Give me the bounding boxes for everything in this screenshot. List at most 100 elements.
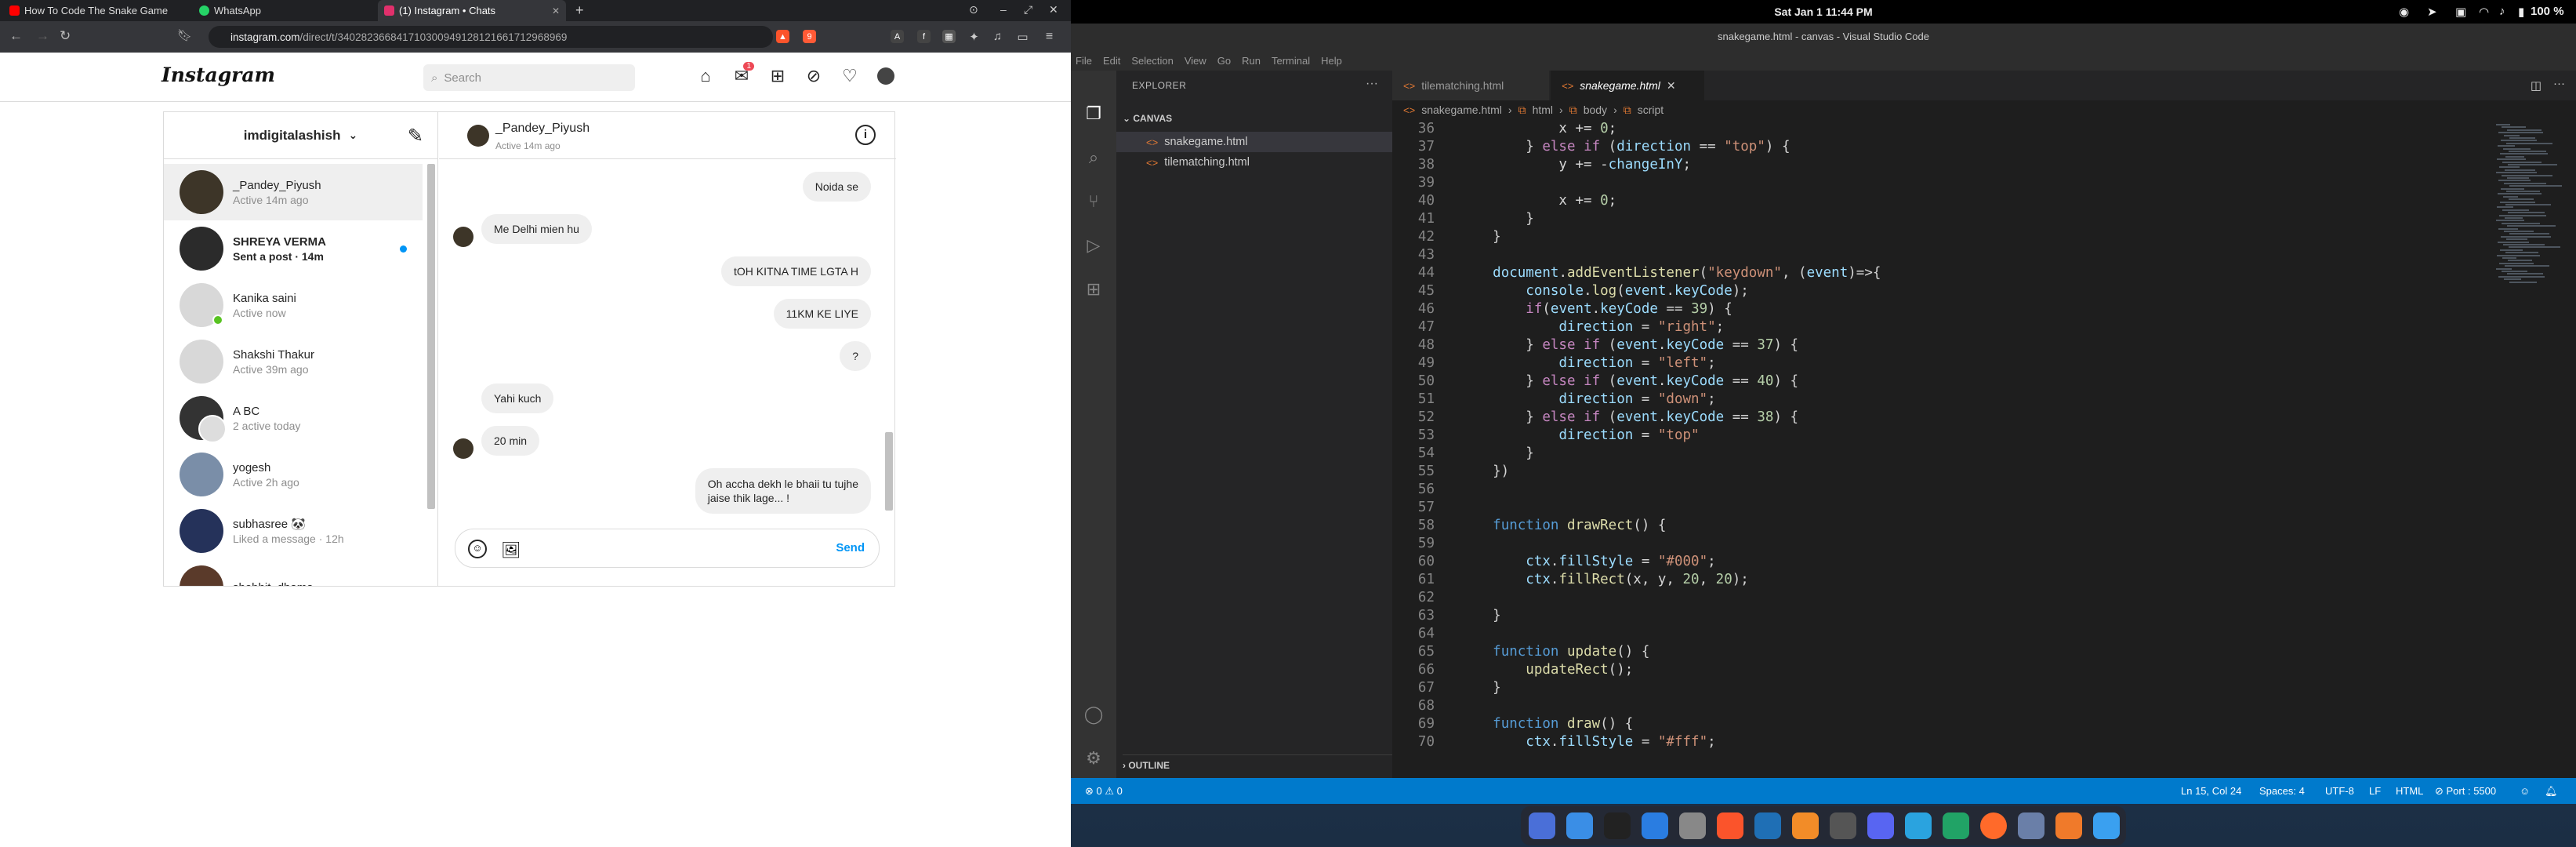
menu-run[interactable]: Run [1242, 55, 1261, 67]
search-icon[interactable]: ⌕ [1082, 146, 1105, 169]
editor-tab-active[interactable]: <> snakegame.html ✕ [1551, 71, 1704, 100]
code-line[interactable]: 38 y += -changeInY; [1392, 155, 2490, 174]
font-icon[interactable]: f [917, 30, 931, 43]
code-editor[interactable]: 36 x += 0; 37 } else if (direction == "to… [1392, 119, 2490, 778]
notification-icon[interactable]: ▣ [2455, 5, 2466, 19]
messenger-icon[interactable]: ✉ 1 [731, 62, 754, 87]
discord-icon[interactable] [1867, 812, 1894, 839]
tab-instagram[interactable]: (1) Instagram • Chats ✕ [378, 0, 566, 21]
spreadsheet-icon[interactable] [1943, 812, 1969, 839]
code-line[interactable]: 49 direction = "left"; [1392, 354, 2490, 373]
code-line[interactable]: 54 } [1392, 444, 2490, 463]
editor-tab[interactable]: <> tilematching.html [1392, 71, 1549, 100]
file-item[interactable]: <> snakegame.html [1116, 132, 1392, 152]
code-line[interactable]: 65 function update() { [1392, 642, 2490, 661]
app-store-icon[interactable] [1642, 812, 1668, 839]
tab-whatsapp[interactable]: WhatsApp [193, 0, 370, 21]
code-line[interactable]: 68 [1392, 696, 2490, 715]
more-actions-icon[interactable]: ··· [2553, 77, 2565, 90]
conversation-item[interactable]: yogesh Active 2h ago [164, 446, 423, 503]
more-actions-icon[interactable]: ··· [1366, 77, 1378, 91]
vscode-icon[interactable] [1754, 812, 1781, 839]
code-line[interactable]: 52 } else if (event.keyCode == 38) { [1392, 408, 2490, 427]
profile-avatar[interactable] [875, 65, 897, 87]
telegram-icon[interactable] [1905, 812, 1932, 839]
run-debug-icon[interactable]: ▷ [1082, 234, 1105, 257]
maximize-button[interactable]: ⤢ [1024, 3, 1032, 16]
code-line[interactable]: 48 } else if (event.keyCode == 37) { [1392, 336, 2490, 354]
discord-icon[interactable]: ◉ [2399, 5, 2409, 19]
code-line[interactable]: 62 [1392, 588, 2490, 607]
finder-icon[interactable] [1566, 812, 1593, 839]
code-line[interactable]: 41 } [1392, 209, 2490, 228]
file-item[interactable]: <> tilematching.html [1116, 152, 1392, 173]
code-line[interactable]: 53 direction = "top" [1392, 426, 2490, 445]
menu-view[interactable]: View [1185, 55, 1206, 67]
live-server-port[interactable]: ⊘ Port : 5500 [2435, 785, 2496, 798]
brave-rewards-icon[interactable]: 9 [803, 30, 816, 43]
code-line[interactable]: 56 [1392, 480, 2490, 499]
system-settings-icon[interactable] [1679, 812, 1706, 839]
breadcrumb-item[interactable]: snakegame.html [1421, 104, 1502, 116]
menu-file[interactable]: File [1076, 55, 1092, 67]
code-line[interactable]: 50 } else if (event.keyCode == 40) { [1392, 372, 2490, 391]
puzzle-icon[interactable]: ✦ [967, 30, 981, 44]
source-control-icon[interactable]: ⑂ [1082, 190, 1105, 213]
code-line[interactable]: 51 direction = "down"; [1392, 390, 2490, 409]
code-line[interactable]: 70 ctx.fillStyle = "#fff"; [1392, 732, 2490, 751]
code-line[interactable]: 36 x += 0; [1392, 119, 2490, 138]
bell-icon[interactable]: 🔔︎ [2545, 785, 2558, 798]
translate-icon[interactable]: A [891, 30, 904, 43]
explorer-icon[interactable]: ❐ [1082, 102, 1105, 125]
tab-youtube[interactable]: How To Code The Snake Game [3, 0, 180, 21]
settings-gear-icon[interactable]: ⚙ [1082, 747, 1105, 770]
split-editor-icon[interactable]: ◫ [2531, 78, 2542, 93]
water-drop-icon[interactable] [2093, 812, 2120, 839]
brave-shield-icon[interactable]: ▲ [776, 30, 789, 43]
activity-heart-icon[interactable]: ♡ [839, 65, 861, 87]
forward-icon[interactable]: → [36, 28, 49, 44]
menu-icon[interactable]: ≡ [1043, 30, 1056, 43]
problems-indicator[interactable]: ⊗ 0 ⚠ 0 [1085, 785, 1123, 798]
compose-icon[interactable]: ✎ [408, 125, 423, 147]
code-line[interactable]: 46 if(event.keyCode == 39) { [1392, 300, 2490, 318]
volume-icon[interactable]: ♪ [2499, 5, 2505, 18]
line-ending[interactable]: LF [2369, 785, 2381, 797]
wifi-icon[interactable]: ◠ [2479, 5, 2489, 19]
breadcrumb-item[interactable]: body [1584, 104, 1607, 116]
explore-icon[interactable]: ⊘ [803, 65, 825, 87]
home-icon[interactable]: ⌂ [695, 65, 717, 87]
emoji-icon[interactable]: ☺ [468, 540, 487, 558]
photo-icon[interactable]: 🖼︎ [501, 540, 521, 560]
menu-edit[interactable]: Edit [1103, 55, 1120, 67]
code-line[interactable]: 37 } else if (direction == "top") { [1392, 137, 2490, 156]
conversation-item[interactable]: Shakshi Thakur Active 39m ago [164, 333, 423, 390]
close-window-button[interactable]: ✕ [1049, 3, 1058, 16]
telegram-icon[interactable]: ➤ [2427, 5, 2437, 19]
encoding[interactable]: UTF-8 [2325, 785, 2354, 797]
code-line[interactable]: 69 function draw() { [1392, 714, 2490, 733]
code-line[interactable]: 64 [1392, 624, 2490, 643]
new-tab-button[interactable]: + [575, 2, 584, 19]
outline-section[interactable]: › OUTLINE [1123, 754, 1392, 771]
office-icon[interactable] [2055, 812, 2082, 839]
menu-help[interactable]: Help [1321, 55, 1342, 67]
send-button[interactable]: Send [836, 541, 865, 554]
minimap[interactable] [2490, 119, 2576, 778]
menu-terminal[interactable]: Terminal [1272, 55, 1310, 67]
indentation[interactable]: Spaces: 4 [2259, 785, 2305, 797]
conversation-scrollbar[interactable] [427, 164, 435, 509]
clock[interactable]: Sat Jan 1 11:44 PM [1071, 5, 2576, 18]
conversation-item[interactable]: Kanika saini Active now [164, 277, 423, 333]
code-line[interactable]: 63 } [1392, 606, 2490, 625]
instagram-logo[interactable]: Instagram [161, 64, 275, 86]
code-line[interactable]: 67 } [1392, 678, 2490, 697]
extensions-icon[interactable]: ⊞ [1082, 278, 1105, 301]
wallet-icon[interactable]: ▭ [1016, 30, 1029, 44]
tab-search-icon[interactable]: ⊙ [969, 3, 978, 16]
media-icon[interactable]: ♫ [991, 30, 1004, 43]
url-field[interactable]: instagram.com/direct/t/34028236684171030… [209, 26, 773, 48]
code-line[interactable]: 47 direction = "right"; [1392, 318, 2490, 336]
feedback-icon[interactable]: ☺ [2520, 785, 2530, 797]
code-line[interactable]: 42 } [1392, 227, 2490, 246]
